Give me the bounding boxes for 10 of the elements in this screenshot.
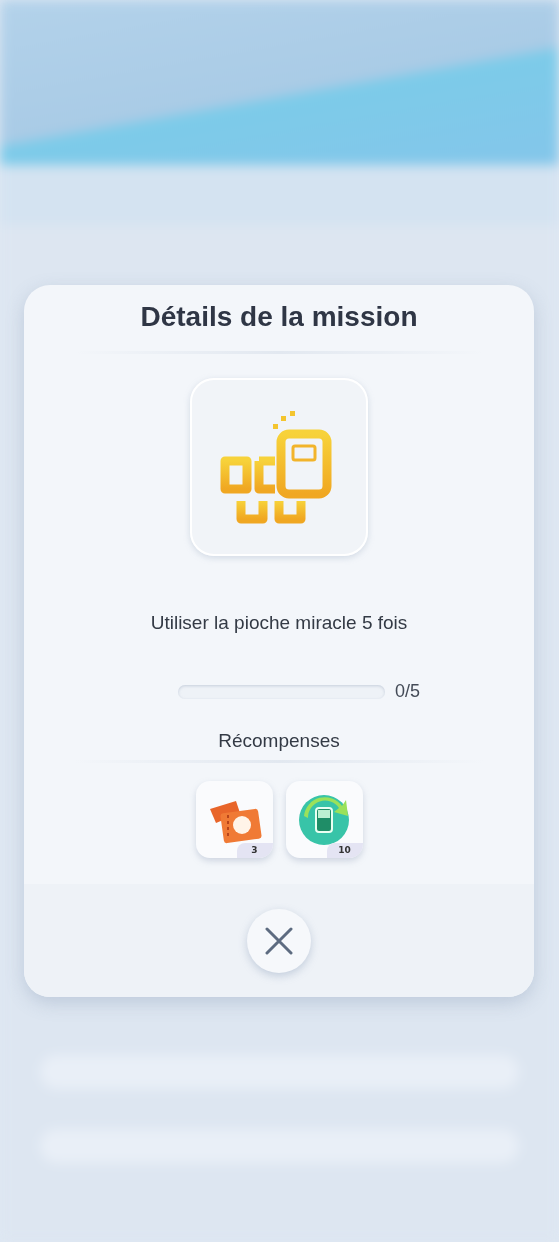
reward-item[interactable]: 10	[285, 781, 363, 858]
reward-count: 3	[236, 843, 273, 858]
progress-reading: 0/5	[395, 681, 420, 702]
close-icon	[265, 927, 293, 955]
mission-description: Utiliser la pioche miracle 5 fois	[150, 612, 408, 634]
reward-item[interactable]: 3	[195, 781, 273, 858]
dialog-title: Détails de la mission	[140, 301, 418, 333]
close-button[interactable]	[247, 909, 311, 973]
rewards-heading: Récompenses	[218, 730, 340, 752]
reward-count: 10	[326, 843, 363, 858]
